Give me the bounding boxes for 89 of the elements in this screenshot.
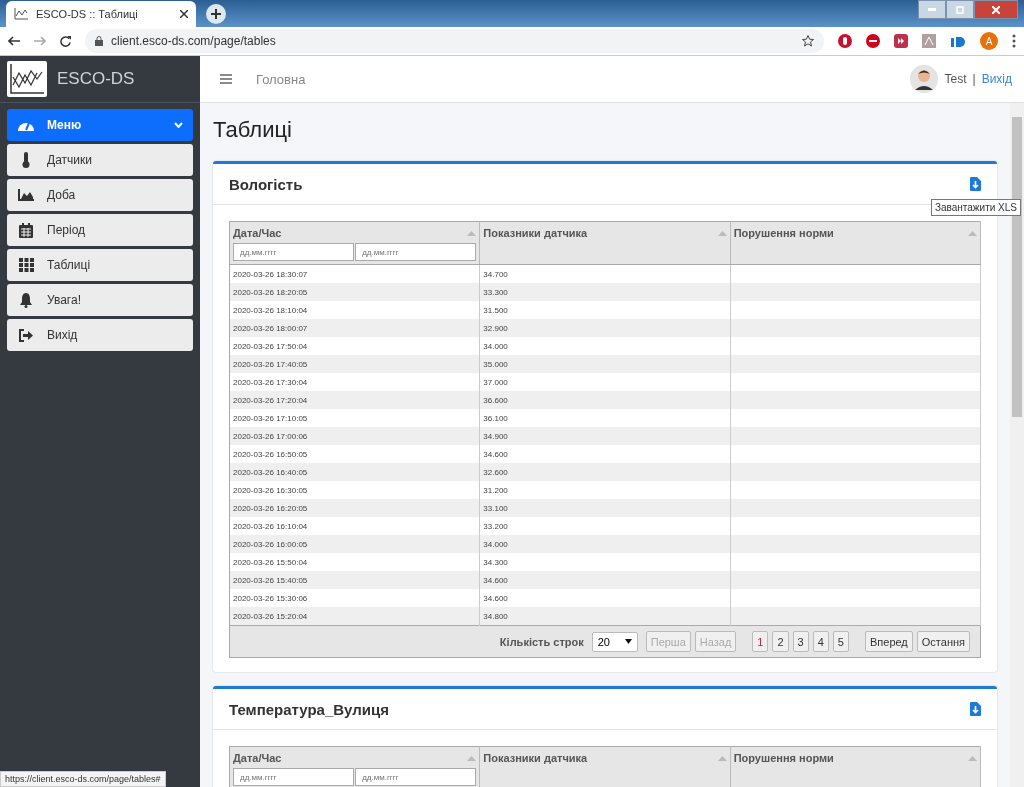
- sidebar-item[interactable]: Вихід: [7, 319, 193, 351]
- last-page-button[interactable]: Остання: [916, 631, 970, 652]
- date-from-field[interactable]: дд.мм.гггг: [233, 243, 355, 261]
- sidebar-item[interactable]: Доба: [7, 179, 193, 211]
- status-url: https://client.esco-ds.com/page/tables#: [0, 771, 166, 787]
- menu-icon[interactable]: [220, 74, 232, 84]
- grid-icon: [18, 258, 34, 272]
- table-cell: 32.900: [479, 319, 731, 337]
- date-from-field[interactable]: дд.мм.гггг: [233, 768, 355, 786]
- media-icon[interactable]: [894, 34, 908, 48]
- table-cell: 33.100: [479, 499, 731, 517]
- address-bar[interactable]: client.esco-ds.com/page/tables: [85, 29, 824, 53]
- date-to-field[interactable]: дд.мм.гггг: [355, 243, 477, 261]
- rows-label: Кількість строк: [499, 635, 584, 648]
- star-icon[interactable]: [802, 35, 814, 47]
- table-cell: 2020-03-26 17:40:05: [229, 355, 480, 373]
- table-cell: 34.900: [479, 427, 731, 445]
- page-button[interactable]: 5: [832, 631, 849, 652]
- lock-icon: [95, 36, 103, 46]
- table-cell: 2020-03-26 16:20:05: [229, 499, 480, 517]
- plus-icon: [211, 9, 221, 19]
- table-cell: 2020-03-26 18:20:05: [229, 283, 480, 301]
- next-page-button[interactable]: Вперед: [864, 631, 913, 652]
- column-header: Показники датчика: [483, 752, 588, 764]
- table-cell: 36.600: [479, 391, 731, 409]
- logout-link[interactable]: Вихід: [981, 72, 1012, 86]
- sign-out-icon: [18, 328, 34, 342]
- card-title: Температура_Вулиця: [229, 700, 389, 718]
- table-cell: 32.600: [479, 463, 731, 481]
- column-header: Дата/Час: [233, 752, 282, 764]
- date-to-field[interactable]: дд.мм.гггг: [355, 768, 477, 786]
- column-header: Порушення норми: [733, 752, 834, 764]
- table-cell: 34.000: [479, 535, 731, 553]
- brand-name: ESCO-DS: [57, 69, 135, 89]
- maximize-icon: [956, 5, 964, 14]
- sidebar-item[interactable]: Увага!: [7, 284, 193, 316]
- close-window-button[interactable]: [974, 0, 1018, 19]
- back-icon[interactable]: [8, 36, 20, 46]
- table-cell: 2020-03-26 16:40:05: [229, 463, 480, 481]
- breadcrumb-link[interactable]: Головна: [256, 71, 887, 87]
- download-file-icon[interactable]: [970, 177, 981, 191]
- user-name: Test: [944, 72, 967, 86]
- table-cell: 2020-03-26 17:00:06: [229, 427, 480, 445]
- minimize-icon: [928, 8, 936, 11]
- table-cell: 2020-03-26 18:00:07: [229, 319, 480, 337]
- chevron-icon: [174, 122, 183, 128]
- column-header: Показники датчика: [483, 227, 588, 239]
- reload-icon[interactable]: [60, 35, 71, 47]
- table-cell: 2020-03-26 15:40:05: [229, 571, 480, 589]
- minimize-button[interactable]: [918, 0, 946, 19]
- table-cell: 34.800: [479, 607, 731, 626]
- page-title: Таблиці: [213, 117, 293, 143]
- menu-toggle[interactable]: Меню: [7, 109, 193, 141]
- stop-sign-icon[interactable]: [866, 34, 880, 48]
- column-header: Порушення норми: [733, 227, 834, 239]
- tooltip: Завантажити XLS: [930, 199, 1021, 216]
- more-icon[interactable]: [1012, 34, 1016, 48]
- forward-icon[interactable]: [34, 36, 46, 46]
- column-header: Дата/Час: [233, 227, 282, 239]
- browser-tab[interactable]: ESCO-DS :: Таблиці: [6, 1, 196, 27]
- thermometer-icon: [21, 152, 31, 168]
- table-cell: 34.600: [479, 571, 731, 589]
- chart-icon: [14, 8, 28, 20]
- caret-icon: [624, 639, 632, 644]
- page-button[interactable]: 3: [792, 631, 809, 652]
- page-button[interactable]: 2: [772, 631, 789, 652]
- page-button[interactable]: 1: [752, 631, 769, 652]
- close-icon[interactable]: [180, 10, 188, 18]
- sidebar-item[interactable]: Таблиці: [7, 249, 193, 281]
- card-title: Вологість: [229, 175, 303, 193]
- bell-icon: [19, 292, 33, 308]
- page-button[interactable]: 4: [812, 631, 829, 652]
- calendar-icon: [19, 222, 33, 238]
- table-cell: 33.300: [479, 283, 731, 301]
- table-cell: 2020-03-26 16:00:05: [229, 535, 480, 553]
- sidebar-item[interactable]: Період: [7, 214, 193, 246]
- logo-icon: [7, 61, 47, 97]
- maximize-button[interactable]: [946, 0, 974, 19]
- page-size-select[interactable]: 20: [591, 631, 638, 652]
- table-cell: 2020-03-26 15:20:04: [229, 607, 480, 626]
- download-file-icon[interactable]: [970, 702, 981, 716]
- area-chart-icon: [18, 189, 34, 201]
- separator: |: [972, 72, 976, 86]
- close-icon: [992, 5, 1000, 14]
- new-tab-button[interactable]: [206, 4, 226, 24]
- id-icon[interactable]: [950, 34, 966, 48]
- table-cell: 35.000: [479, 355, 731, 373]
- table-cell: 2020-03-26 17:20:04: [229, 391, 480, 409]
- sidebar-item[interactable]: Датчики: [7, 144, 193, 176]
